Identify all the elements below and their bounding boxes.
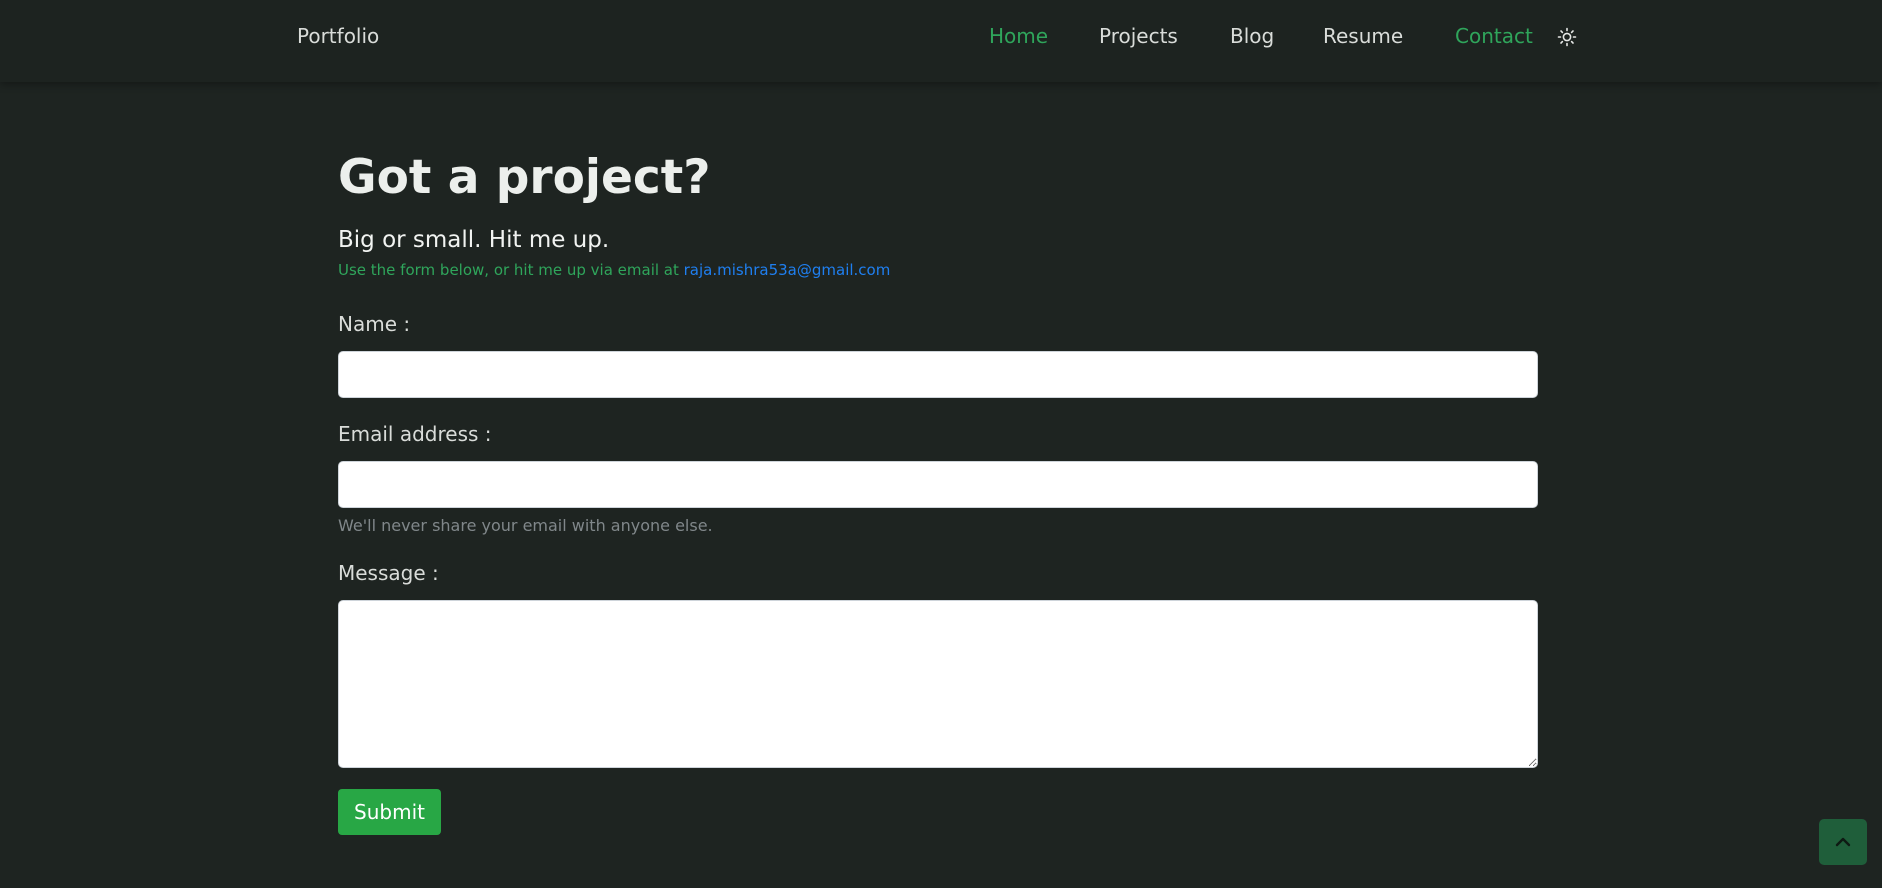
navbar: Portfolio Home Projects Blog Resume Cont… xyxy=(0,0,1882,82)
name-label: Name : xyxy=(338,312,411,336)
email-help-text: We'll never share your email with anyone… xyxy=(338,516,713,535)
message-textarea[interactable] xyxy=(338,600,1538,768)
submit-button[interactable]: Submit xyxy=(338,789,441,835)
message-label: Message : xyxy=(338,561,439,585)
email-input[interactable] xyxy=(338,461,1538,508)
chevron-up-icon xyxy=(1835,837,1851,847)
nav-link-contact[interactable]: Contact xyxy=(1455,24,1533,48)
brand-link[interactable]: Portfolio xyxy=(297,24,379,48)
nav-link-blog[interactable]: Blog xyxy=(1230,24,1274,48)
nav-link-resume[interactable]: Resume xyxy=(1323,24,1403,48)
name-input[interactable] xyxy=(338,351,1538,398)
nav-link-projects[interactable]: Projects xyxy=(1099,24,1178,48)
nav-link-home[interactable]: Home xyxy=(989,24,1048,48)
sun-icon xyxy=(1557,27,1577,47)
page-title: Got a project? xyxy=(338,150,711,205)
email-label: Email address : xyxy=(338,422,492,446)
theme-toggle-button[interactable] xyxy=(1557,27,1577,47)
contact-note: Use the form below, or hit me up via ema… xyxy=(338,261,890,279)
email-link[interactable]: raja.mishra53a@gmail.com xyxy=(684,261,891,279)
page-subtitle: Big or small. Hit me up. xyxy=(338,227,610,253)
contact-note-text: Use the form below, or hit me up via ema… xyxy=(338,261,684,279)
scroll-to-top-button[interactable] xyxy=(1819,819,1867,865)
